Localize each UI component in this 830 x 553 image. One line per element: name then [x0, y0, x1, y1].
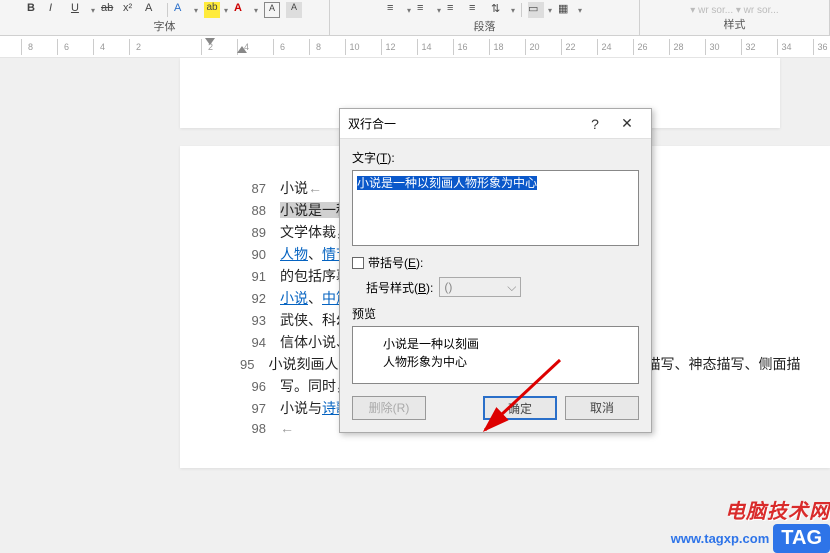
clear-format-icon[interactable]: A: [145, 2, 161, 18]
style-group: ▾ wr sor... ▾ wr sor... 样式: [640, 0, 830, 35]
chevron-down-icon[interactable]: ▾: [254, 6, 258, 15]
shading-icon[interactable]: ▭: [528, 2, 544, 18]
strikethrough-icon[interactable]: ab: [101, 2, 117, 18]
watermark-tag: TAG: [773, 524, 830, 553]
borders-icon[interactable]: ▦: [558, 2, 574, 18]
ruler-tick: 18: [489, 39, 507, 55]
ruler-tick: 14: [417, 39, 435, 55]
line-number: 87: [240, 181, 266, 196]
delete-button[interactable]: 删除(R): [352, 396, 426, 420]
ok-button[interactable]: 确定: [483, 396, 557, 420]
ruler-tick: 24: [597, 39, 615, 55]
ruler-tick: 28: [669, 39, 687, 55]
hyperlink[interactable]: 小说: [280, 290, 308, 306]
chevron-down-icon[interactable]: ▾: [91, 6, 95, 15]
preview-line: 人物形象为中心: [383, 353, 608, 371]
ruler-tick: 16: [453, 39, 471, 55]
bracket-checkbox-label: 带括号(E):: [368, 254, 423, 271]
chevron-down-icon[interactable]: ▾: [578, 6, 582, 15]
preview-label: 预览: [352, 305, 639, 322]
ruler-tick: 10: [0, 39, 3, 55]
font-color-icon[interactable]: A: [174, 2, 190, 18]
bold-icon[interactable]: B: [27, 2, 43, 18]
paragraph-group-label: 段落: [474, 18, 496, 36]
ruler-tick: 36: [813, 39, 830, 55]
char-shading-icon[interactable]: A: [286, 2, 302, 18]
ruler[interactable]: 1086422468101214161820222426283032343638: [0, 36, 830, 58]
indent-marker-top[interactable]: [205, 38, 215, 45]
bracket-style-label: 括号样式(B):: [366, 279, 433, 296]
line-number: 94: [240, 335, 266, 350]
watermark-url: www.tagxp.com: [671, 531, 769, 546]
line-spacing-icon[interactable]: ⇅: [491, 2, 507, 18]
align-center-icon[interactable]: ≡: [469, 2, 485, 18]
ruler-tick: 22: [561, 39, 579, 55]
help-button[interactable]: ?: [579, 116, 611, 132]
watermark-logo: 电脑技术网 www.tagxp.com TAG: [671, 495, 830, 553]
text-input[interactable]: 小说是一种以刻画人物形象为中心: [352, 170, 639, 246]
font-group-label: 字体: [154, 18, 176, 36]
text-input-value: 小说是一种以刻画人物形象为中心: [357, 176, 537, 190]
ruler-tick: 6: [273, 39, 291, 55]
ruler-tick: 12: [381, 39, 399, 55]
ruler-tick: 8: [21, 39, 39, 55]
chevron-down-icon[interactable]: ▾: [548, 6, 552, 15]
ruler-tick: 26: [633, 39, 651, 55]
preview-box: 小说是一种以刻画 人物形象为中心: [352, 326, 639, 384]
ruler-tick: 32: [741, 39, 759, 55]
indent-marker-bottom[interactable]: [237, 46, 247, 53]
line-number: 98: [240, 421, 266, 436]
ruler-tick: 30: [705, 39, 723, 55]
line-number: 92: [240, 291, 266, 306]
italic-icon[interactable]: I: [49, 2, 65, 18]
text-effect-icon[interactable]: A: [234, 2, 250, 18]
bracket-style-select[interactable]: () ⌵: [439, 277, 521, 297]
separator: [167, 3, 168, 17]
line-number: 88: [240, 203, 266, 218]
ruler-tick: 6: [57, 39, 75, 55]
ruler-tick: 10: [345, 39, 363, 55]
chevron-down-icon[interactable]: ▾: [224, 6, 228, 15]
line-number: 95: [240, 357, 254, 372]
watermark-title: 电脑技术网: [725, 495, 830, 524]
highlight-icon[interactable]: ab: [204, 2, 220, 18]
paragraph-group: ≡ ▾ ≡ ▾ ≡ ≡ ⇅ ▾ ▭ ▾ ▦ ▾ 段落: [330, 0, 640, 35]
cancel-button[interactable]: 取消: [565, 396, 639, 420]
bracket-checkbox[interactable]: [352, 257, 364, 269]
chevron-down-icon: ⌵: [507, 280, 516, 295]
dialog-title-text: 双行合一: [348, 115, 579, 132]
close-button[interactable]: ✕: [611, 115, 643, 132]
line-number: 93: [240, 313, 266, 328]
dialog-titlebar[interactable]: 双行合一 ? ✕: [340, 109, 651, 139]
superscript-icon[interactable]: x²: [123, 2, 139, 18]
ruler-tick: 2: [129, 39, 147, 55]
align-left-icon[interactable]: ≡: [447, 2, 463, 18]
font-group: B I U ▾ ab x² A A ▾ ab ▾ A ▾ A A 字体: [0, 0, 330, 35]
hyperlink[interactable]: 人物: [280, 246, 308, 262]
chevron-down-icon[interactable]: ▾: [194, 6, 198, 15]
line-number: 97: [240, 401, 266, 416]
underline-icon[interactable]: U: [71, 2, 87, 18]
line-number: 91: [240, 269, 266, 284]
two-lines-in-one-dialog: 双行合一 ? ✕ 文字(T): 小说是一种以刻画人物形象为中心 带括号(E): …: [339, 108, 652, 433]
preview-line: 小说是一种以刻画: [383, 335, 608, 353]
chevron-down-icon[interactable]: ▾: [437, 6, 441, 15]
chevron-down-icon[interactable]: ▾: [511, 6, 515, 15]
ruler-tick: 8: [309, 39, 327, 55]
separator: [521, 3, 522, 17]
ribbon-toolbar: B I U ▾ ab x² A A ▾ ab ▾ A ▾ A A 字体 ≡ ▾ …: [0, 0, 830, 36]
text-field-label: 文字(T):: [352, 149, 639, 166]
char-border-icon[interactable]: A: [264, 2, 280, 18]
ruler-tick: 4: [93, 39, 111, 55]
chevron-down-icon[interactable]: ▾: [407, 6, 411, 15]
ruler-tick: 34: [777, 39, 795, 55]
line-number: 89: [240, 225, 266, 240]
line-number: 96: [240, 379, 266, 394]
number-list-icon[interactable]: ≡: [417, 2, 433, 18]
style-group-label: 样式: [724, 16, 746, 34]
line-number: 90: [240, 247, 266, 262]
ruler-tick: 20: [525, 39, 543, 55]
bullet-list-icon[interactable]: ≡: [387, 2, 403, 18]
